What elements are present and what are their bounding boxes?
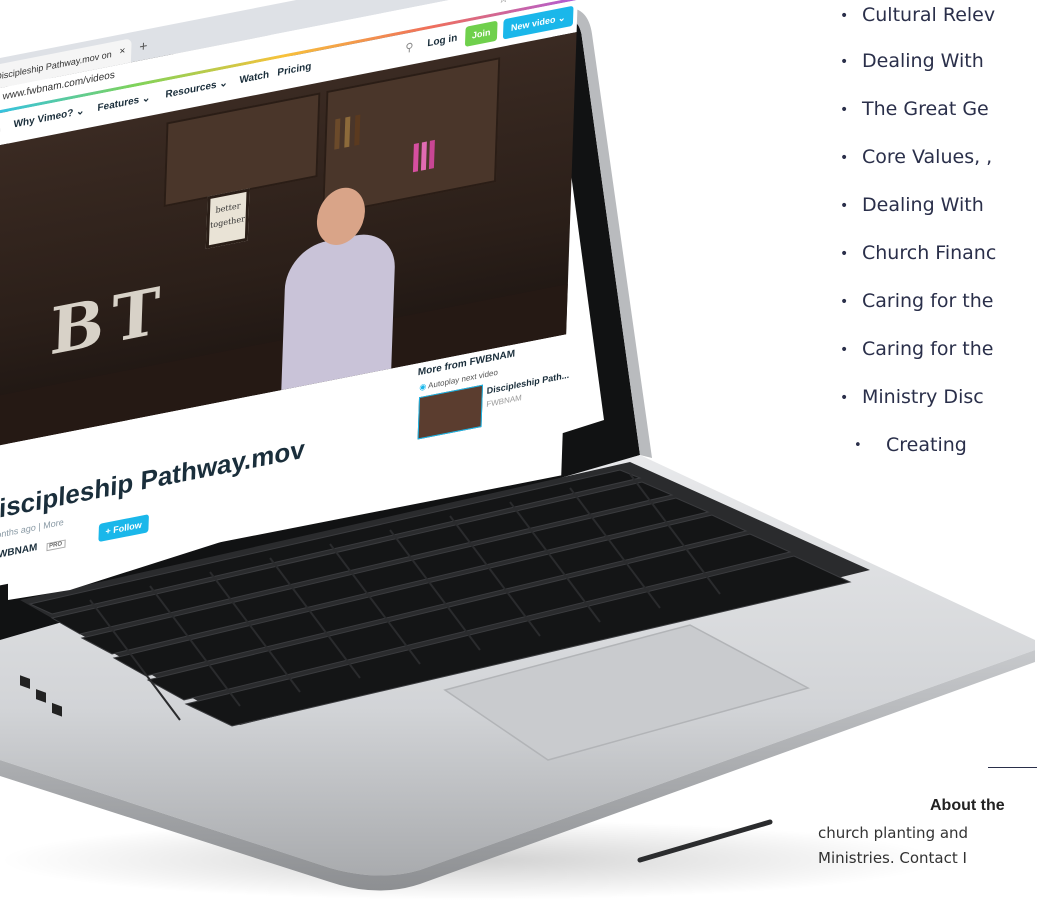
login-link[interactable]: Log in [427,32,457,49]
book [412,143,419,173]
next-video-owner: FWBNAM [486,393,522,410]
nav-features[interactable]: Features ⌄ [97,93,150,114]
close-icon[interactable]: × [119,39,126,64]
follow-button[interactable]: + Follow [98,514,149,543]
presenter-figure [276,176,403,391]
nav-resources[interactable]: Resources ⌄ [165,77,228,100]
next-video-thumbnail[interactable] [417,384,483,440]
nav-watch[interactable]: Watch [239,69,269,86]
nav-pricing[interactable]: Pricing [277,61,311,79]
new-tab-button[interactable]: + [139,37,148,55]
owner-name: FWBNAM [0,541,38,562]
browser-window: Discipleship Pathway.mov on × + ● www.fw… [0,0,590,591]
channel-owner[interactable]: ✸ FWBNAM PRO [0,537,66,565]
pro-badge: PRO [45,539,66,552]
book [428,139,435,170]
bt-set-letters: BT [48,272,169,371]
presenter-shirt [281,227,397,391]
search-icon[interactable]: ⚲ [405,40,414,55]
nav-why-vimeo[interactable]: Why Vimeo? ⌄ [13,105,84,130]
next-video-title[interactable]: Discipleship Path... [487,370,570,396]
vimeo-logo-icon[interactable]: ◐ [0,121,2,139]
book [420,141,427,171]
bookmark-star-icon[interactable]: ☆ [498,0,508,6]
toggle-icon: ◉ [419,381,427,393]
join-button[interactable]: Join [464,20,498,47]
wall-frame: better together [205,188,250,249]
laptop-screen: Discipleship Pathway.mov on × + ● www.fw… [0,0,640,620]
video-title: Discipleship Pathway.mov [0,433,306,528]
more-from-sidebar: More from FWBNAM ◉ Autoplay next video D… [411,334,569,504]
